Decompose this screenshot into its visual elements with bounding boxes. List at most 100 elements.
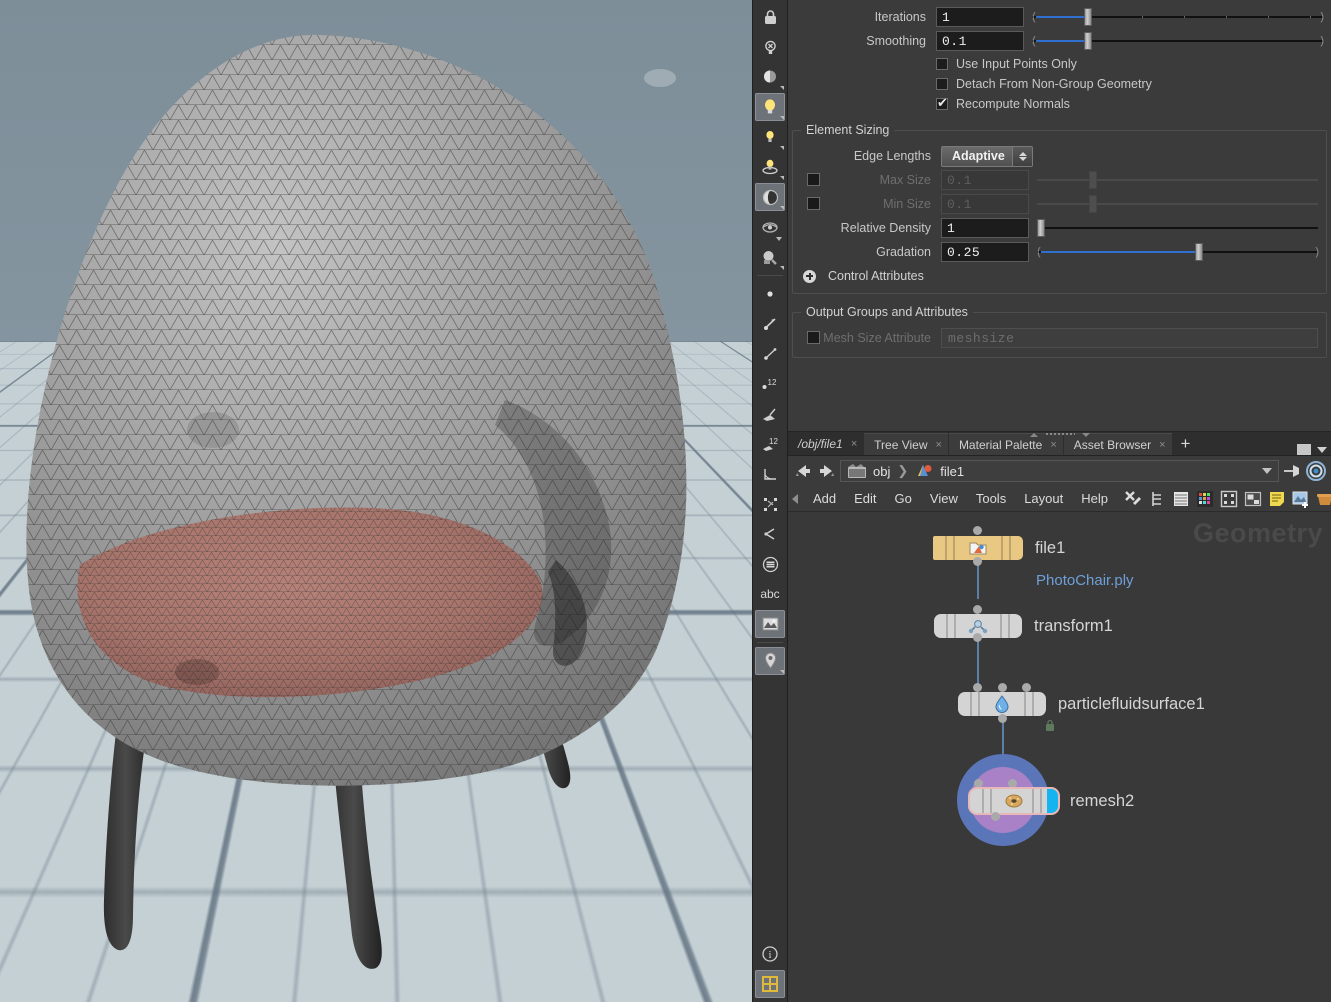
node-input-port-1[interactable] <box>1008 779 1017 788</box>
min-size-slider[interactable] <box>1037 194 1318 214</box>
node-input-port-1[interactable] <box>998 683 1007 692</box>
slider-handle[interactable] <box>1195 243 1203 261</box>
path-breadcrumb[interactable]: obj ❯ file1 <box>840 460 1279 482</box>
info-icon[interactable]: i <box>755 940 785 968</box>
max-size-toggle[interactable] <box>807 173 820 186</box>
text-display-icon[interactable]: abc <box>755 580 785 608</box>
recompute-normals-checkbox[interactable] <box>936 98 948 110</box>
tools-icon[interactable] <box>1123 489 1142 508</box>
color-grid-icon[interactable] <box>1195 489 1214 508</box>
node-body[interactable] <box>970 789 1058 813</box>
grid-display-icon[interactable] <box>755 970 785 998</box>
min-size-input[interactable]: 0.1 <box>941 194 1029 214</box>
node-input-port-0[interactable] <box>974 779 983 788</box>
slider-handle[interactable] <box>1089 171 1097 189</box>
no-light-icon[interactable] <box>755 33 785 61</box>
param-row-mesh-size-attribute[interactable]: Mesh Size Attribute meshsize <box>793 327 1326 349</box>
slider-handle[interactable] <box>1084 32 1092 50</box>
network-toolbar-icons[interactable] <box>1123 489 1331 508</box>
image-add-icon[interactable] <box>1291 489 1310 508</box>
param-row-iterations[interactable]: Iterations 1 ( ) <box>788 6 1331 28</box>
param-row-gradation[interactable]: Gradation 0.25 ( ) <box>793 241 1326 263</box>
iterations-input[interactable]: 1 <box>936 7 1024 27</box>
node-file1[interactable]: file1 <box>933 536 1065 560</box>
param-row-max-size[interactable]: Max Size 0.1 <box>793 169 1326 191</box>
measure-icon[interactable] <box>755 460 785 488</box>
node-input-port[interactable] <box>973 605 982 614</box>
menu-tools[interactable]: Tools <box>967 491 1015 506</box>
pin-icon[interactable] <box>1281 460 1303 482</box>
maximize-pane-icon[interactable] <box>1297 444 1311 455</box>
checkbox-row-detach-non-group[interactable]: Detach From Non-Group Geometry <box>788 74 1331 94</box>
point-light-icon[interactable] <box>755 123 785 151</box>
checkbox-row-recompute-normals[interactable]: Recompute Normals <box>788 94 1331 114</box>
node-output-port[interactable] <box>991 812 1000 821</box>
node-output-port[interactable] <box>998 714 1007 723</box>
menu-edit[interactable]: Edit <box>845 491 885 506</box>
network-menu-bar[interactable]: Add Edit Go View Tools Layout Help <box>788 486 1331 512</box>
prim-normals-icon[interactable] <box>755 400 785 428</box>
wireframe-shaded-icon[interactable] <box>755 213 785 241</box>
relative-density-slider[interactable] <box>1037 218 1318 238</box>
back-arrow-icon[interactable] <box>792 460 814 482</box>
close-icon[interactable]: × <box>936 439 942 451</box>
image-display-icon[interactable] <box>755 610 785 638</box>
ambient-light-icon[interactable] <box>755 63 785 91</box>
pane-menu-icon[interactable] <box>1317 447 1327 453</box>
node-body[interactable] <box>958 692 1046 716</box>
slider-handle[interactable] <box>1084 8 1092 26</box>
display-points-icon[interactable] <box>755 280 785 308</box>
bounding-box-icon[interactable] <box>755 490 785 518</box>
hierarchy-icon[interactable] <box>1147 489 1166 508</box>
scene-light-icon[interactable] <box>755 153 785 181</box>
point-normals-icon[interactable] <box>755 310 785 338</box>
mesh-size-attribute-input[interactable]: meshsize <box>941 328 1318 348</box>
node-input-port-2[interactable] <box>1022 683 1031 692</box>
mesh-size-toggle[interactable] <box>807 331 820 344</box>
control-attributes-expander[interactable]: Control Attributes <box>793 265 1326 287</box>
prim-numbers-icon[interactable]: 12 <box>755 430 785 458</box>
smoothing-input[interactable]: 0.1 <box>936 31 1024 51</box>
node-remesh2[interactable]: remesh2 <box>970 789 1134 813</box>
chevron-up-icon[interactable] <box>1030 433 1038 437</box>
network-path-bar[interactable]: obj ❯ file1 <box>788 456 1331 486</box>
node-particlefluidsurface1[interactable]: particlefluidsurface1 <box>958 692 1205 716</box>
close-icon[interactable]: × <box>851 438 857 450</box>
chevron-down-icon[interactable] <box>1082 433 1090 437</box>
menu-add[interactable]: Add <box>804 491 845 506</box>
menu-scroll-left-icon[interactable] <box>792 494 798 504</box>
param-row-edge-lengths[interactable]: Edge Lengths Adaptive <box>793 145 1326 167</box>
forward-arrow-icon[interactable] <box>816 460 838 482</box>
notes-icon[interactable] <box>1267 489 1286 508</box>
basket-icon[interactable] <box>1315 489 1331 508</box>
breadcrumb-obj[interactable]: obj <box>847 464 890 479</box>
material-preview-icon[interactable] <box>755 243 785 271</box>
param-row-relative-density[interactable]: Relative Density 1 <box>793 217 1326 239</box>
max-size-slider[interactable] <box>1037 170 1318 190</box>
node-output-port[interactable] <box>973 526 982 535</box>
detach-non-group-checkbox[interactable] <box>936 78 948 90</box>
menu-help[interactable]: Help <box>1072 491 1117 506</box>
node-output-port[interactable] <box>973 633 982 642</box>
list-icon[interactable] <box>1171 489 1190 508</box>
node-graph-canvas[interactable]: Geometry file1 PhotoChair.ply transform1… <box>788 512 1331 1002</box>
edge-lengths-dropdown[interactable]: Adaptive <box>941 146 1033 167</box>
node-input-port-0[interactable] <box>973 683 982 692</box>
grip-dots-icon[interactable] <box>1045 432 1075 437</box>
chair-mesh-object[interactable] <box>0 0 752 1002</box>
chevron-down-icon[interactable] <box>1262 468 1272 474</box>
plus-circle-icon[interactable] <box>803 270 816 283</box>
tab-bar-controls[interactable] <box>1297 444 1331 455</box>
add-tab-button[interactable]: + <box>1173 435 1201 455</box>
shading-smooth-icon[interactable] <box>755 183 785 211</box>
lock-icon[interactable] <box>755 3 785 31</box>
texture-display-icon[interactable] <box>755 550 785 578</box>
display-options-icon[interactable] <box>1305 460 1327 482</box>
tab-tree-view[interactable]: Tree View × <box>864 433 948 455</box>
menu-layout[interactable]: Layout <box>1015 491 1072 506</box>
viewport-display-toolbar[interactable]: 12 12 abc i <box>752 0 788 1002</box>
slider-handle[interactable] <box>1037 219 1045 237</box>
param-row-smoothing[interactable]: Smoothing 0.1 ( ) <box>788 30 1331 52</box>
gradation-slider[interactable]: ( ) <box>1037 242 1318 262</box>
node-input-port[interactable] <box>973 557 982 566</box>
